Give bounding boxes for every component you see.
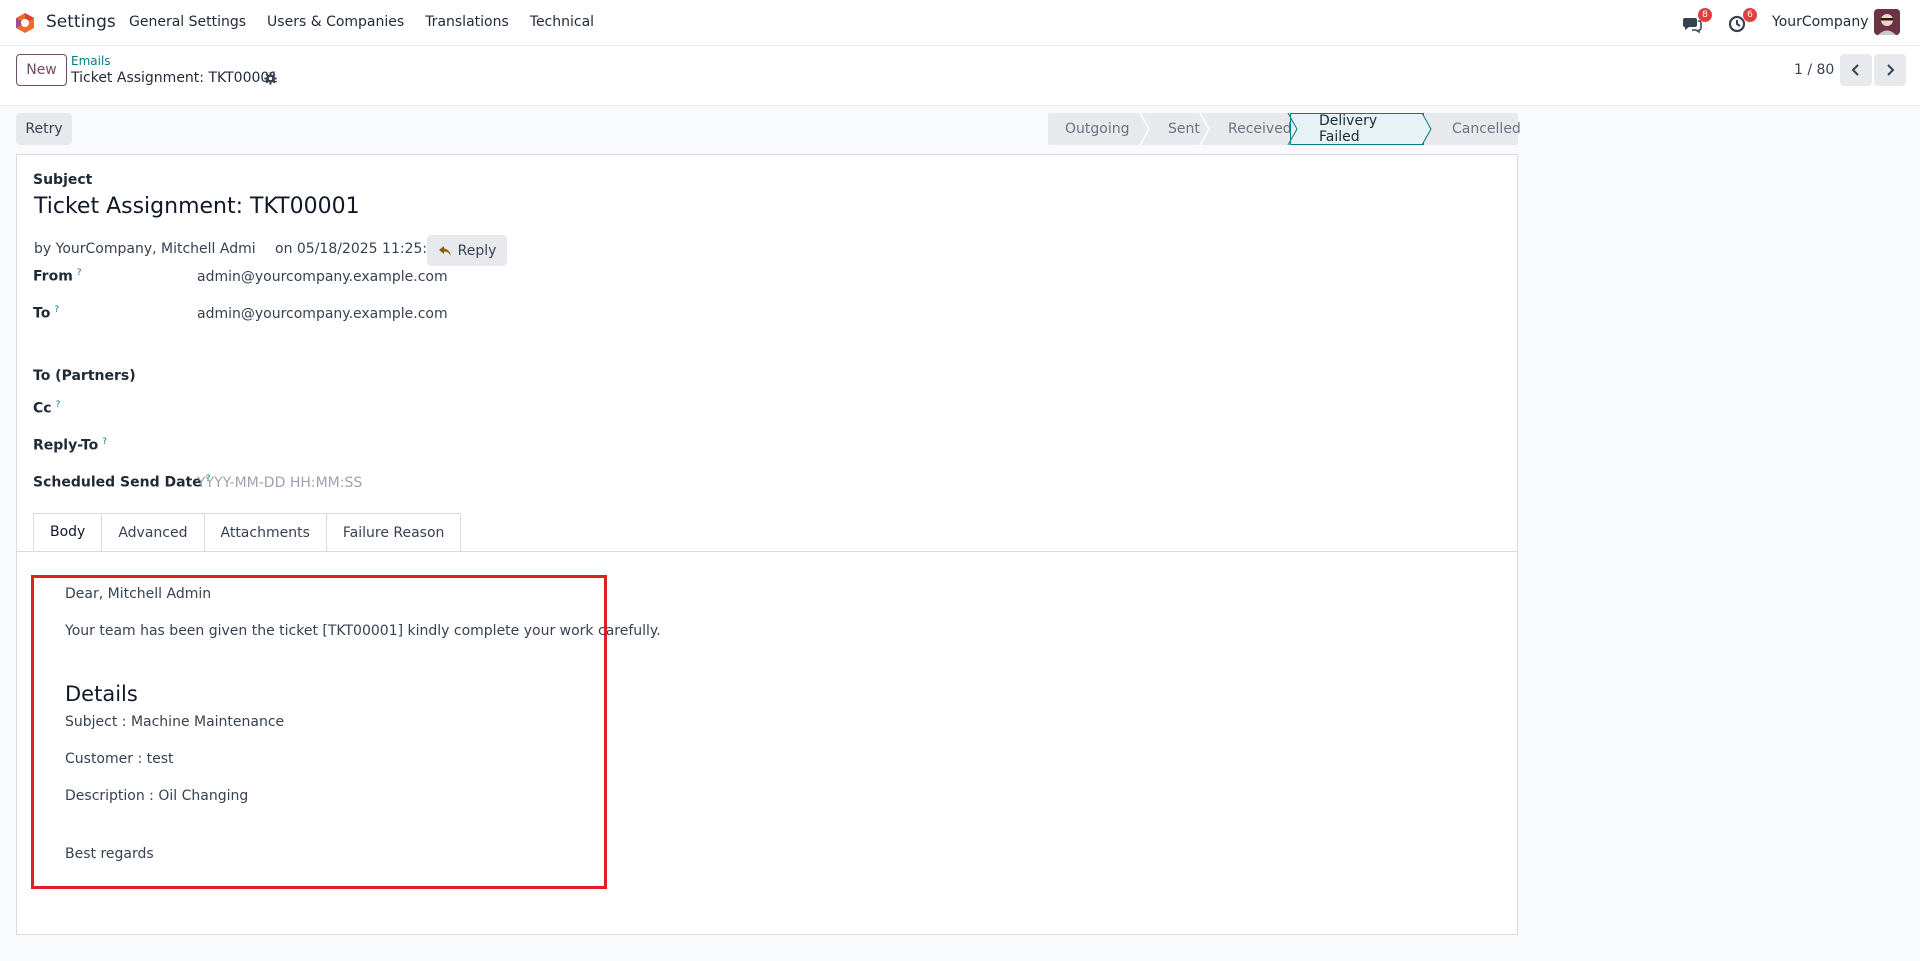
date-line: on 05/18/2025 11:25:34 — [275, 241, 445, 257]
pager-next-button[interactable] — [1874, 54, 1906, 86]
to-help-icon[interactable]: ? — [54, 305, 59, 315]
body-closing: Best regards — [65, 846, 154, 862]
tab-divider — [17, 551, 1517, 552]
body-greeting: Dear, Mitchell Admin — [65, 586, 212, 602]
cc-label: Cc? — [33, 400, 60, 417]
reply-button[interactable]: Reply — [427, 235, 507, 266]
tab-body[interactable]: Body — [33, 513, 103, 551]
to-label: To? — [33, 305, 59, 322]
chevron-left-icon — [1851, 64, 1859, 76]
activities-button[interactable]: 6 — [1727, 8, 1757, 34]
to-partners-label: To (Partners) — [33, 368, 136, 384]
tab-label: Advanced — [118, 524, 188, 541]
reply-to-label-text: Reply-To — [33, 437, 99, 454]
cc-label-text: Cc — [33, 400, 52, 417]
subject-value[interactable]: Ticket Assignment: TKT00001 — [34, 194, 360, 219]
app-name[interactable]: Settings — [46, 12, 116, 32]
menu-users-companies[interactable]: Users & Companies — [267, 14, 404, 30]
author-line: by YourCompany, Mitchell Admi — [34, 241, 256, 257]
breadcrumb-emails[interactable]: Emails — [71, 54, 111, 68]
form-sheet: Subject Ticket Assignment: TKT00001 by Y… — [16, 154, 1518, 935]
control-panel: New Emails Ticket Assignment: TKT00001 1… — [0, 46, 1920, 106]
retry-button[interactable]: Retry — [16, 113, 72, 145]
from-label-text: From — [33, 268, 73, 285]
from-label: From? — [33, 268, 82, 285]
reply-to-help-icon[interactable]: ? — [102, 437, 107, 447]
subject-label: Subject — [33, 172, 93, 188]
reply-label: Reply — [457, 242, 497, 259]
reply-to-label: Reply-To? — [33, 437, 107, 454]
scheduled-date-label-text: Scheduled Send Date — [33, 474, 202, 491]
scheduled-date-input[interactable]: YYYY-MM-DD HH:MM:SS — [197, 475, 362, 491]
messages-button[interactable]: 8 — [1682, 8, 1712, 34]
body-description-line: Description : Oil Changing — [65, 788, 249, 804]
breadcrumb-current: Ticket Assignment: TKT00001 — [71, 70, 279, 86]
company-switcher[interactable]: YourCompany — [1772, 14, 1869, 30]
menu-technical[interactable]: Technical — [530, 14, 594, 30]
chevron-right-icon — [1887, 64, 1895, 76]
status-bar-arrows — [1139, 113, 1432, 145]
reply-icon — [438, 245, 451, 256]
tab-advanced[interactable]: Advanced — [101, 513, 205, 551]
from-help-icon[interactable]: ? — [77, 268, 82, 278]
pager-value[interactable]: 1 / 80 — [1794, 62, 1834, 78]
cc-help-icon[interactable]: ? — [56, 400, 61, 410]
to-label-text: To — [33, 305, 51, 322]
tab-label: Body — [50, 524, 86, 540]
pager-previous-button[interactable] — [1840, 54, 1872, 86]
body-customer-line: Customer : test — [65, 751, 174, 767]
user-avatar-icon — [1874, 9, 1900, 35]
menu-translations[interactable]: Translations — [425, 14, 509, 30]
scheduled-date-label: Scheduled Send Date? — [33, 474, 211, 491]
to-field[interactable]: admin@yourcompany.example.com — [197, 306, 448, 322]
from-field[interactable]: admin@yourcompany.example.com — [197, 269, 448, 285]
notebook-tabs: Body Advanced Attachments Failure Reason — [33, 513, 462, 551]
tab-label: Failure Reason — [342, 524, 445, 541]
user-avatar[interactable] — [1874, 9, 1900, 35]
messages-badge: 8 — [1698, 8, 1712, 22]
menu-general-settings[interactable]: General Settings — [129, 14, 246, 30]
tab-failure-reason[interactable]: Failure Reason — [325, 513, 462, 551]
body-details-heading: Details — [65, 682, 138, 706]
tab-label: Attachments — [220, 524, 310, 541]
gear-icon[interactable] — [264, 72, 277, 85]
main-menu: General Settings Users & Companies Trans… — [129, 14, 615, 30]
tab-attachments[interactable]: Attachments — [203, 513, 327, 551]
app-logo-icon[interactable] — [14, 12, 36, 34]
new-button[interactable]: New — [16, 54, 67, 86]
body-intro: Your team has been given the ticket [TKT… — [65, 623, 661, 639]
top-navbar: Settings General Settings Users & Compan… — [0, 0, 1920, 46]
body-subject-line: Subject : Machine Maintenance — [65, 714, 285, 730]
activities-badge: 6 — [1743, 8, 1757, 22]
